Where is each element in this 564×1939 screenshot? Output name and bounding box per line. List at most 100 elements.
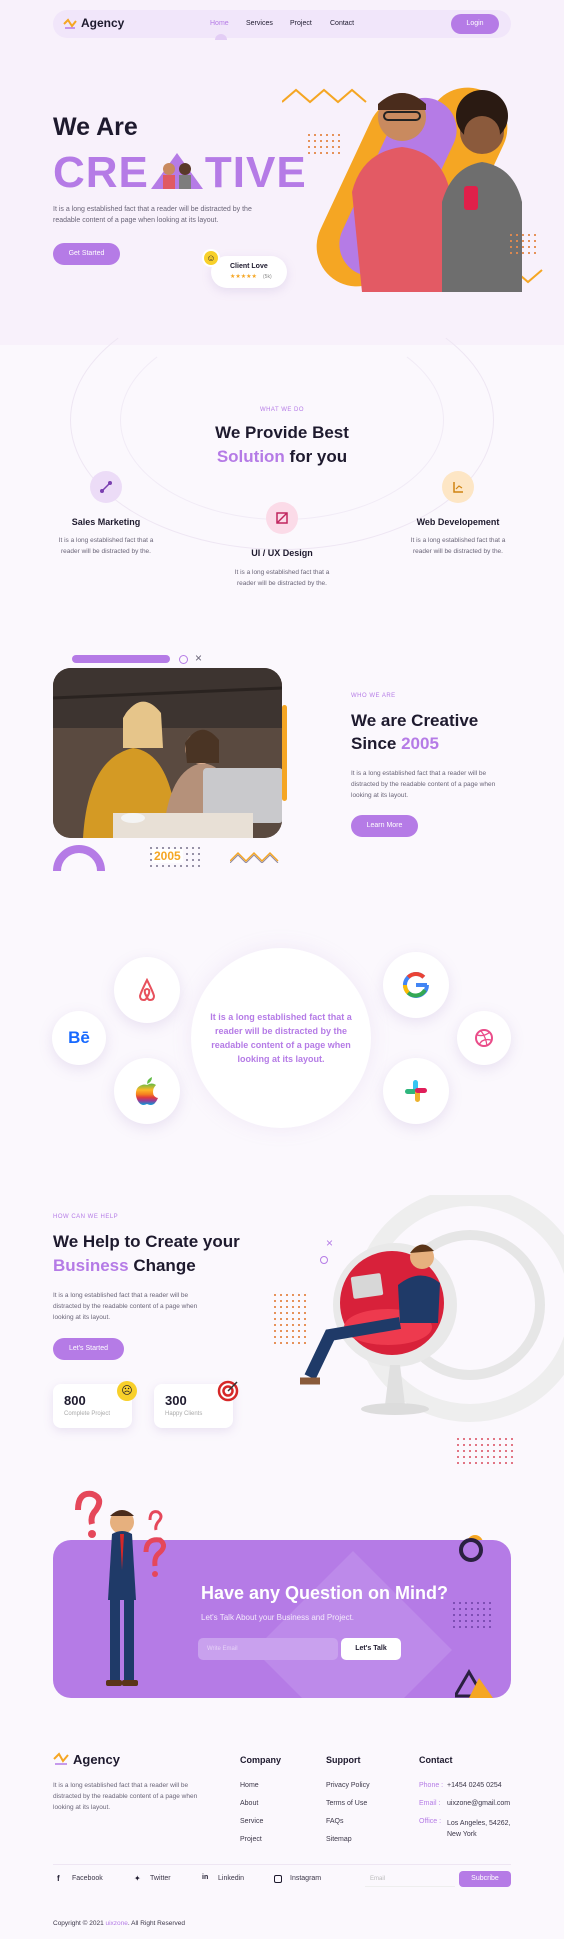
footer-link-sitemap[interactable]: Sitemap (326, 1836, 352, 1843)
nav-active-indicator (215, 34, 227, 40)
help-title-rest: Change (128, 1256, 196, 1275)
help-circle-decor (320, 1256, 328, 1264)
help-dot-grid-right (455, 1436, 515, 1466)
rating-count: (5k) (263, 274, 272, 280)
dribbble-logo[interactable] (457, 1011, 511, 1065)
footer-link-terms[interactable]: Terms of Use (326, 1800, 367, 1807)
nav-project[interactable]: Project (290, 20, 312, 27)
lets-talk-button[interactable]: Let's Talk (341, 1638, 401, 1660)
subscribe-button[interactable]: Subcribe (459, 1871, 511, 1887)
logo-icon[interactable] (63, 17, 77, 29)
emoji-icon: ☺ (202, 249, 220, 267)
footer-support-heading: Support (326, 1755, 361, 1765)
service-desc-uiux: It is a long established fact that a rea… (234, 569, 330, 587)
hero-dot-grid-right (508, 232, 538, 256)
footer-link-project[interactable]: Project (240, 1836, 262, 1843)
help-dot-grid-left (272, 1292, 308, 1346)
stat-label-projects: Complete Project (64, 1411, 111, 1417)
help-title-highlight: Business (53, 1256, 129, 1275)
web-development-icon (442, 471, 474, 503)
learn-more-button[interactable]: Learn More (351, 815, 418, 837)
help-cross-decor: × (326, 1236, 334, 1250)
footer-office: Los Angeles, 54262, New York (447, 1820, 511, 1838)
help-title-line1: We Help to Create your (53, 1232, 240, 1251)
footer-email[interactable]: uixzone@gmail.com (447, 1800, 510, 1807)
partner-center-circle: It is a long established fact that a rea… (191, 948, 371, 1128)
footer-link-about[interactable]: About (240, 1800, 258, 1807)
services-kicker: WHAT WE DO (259, 407, 305, 413)
slack-logo[interactable] (383, 1058, 449, 1124)
service-desc-web: It is a long established fact that a rea… (410, 537, 506, 555)
navbar: Agency Home Services Project Contact Log… (53, 10, 511, 40)
lets-started-button[interactable]: Let's Started (53, 1338, 124, 1360)
login-button[interactable]: Login (451, 14, 499, 34)
help-description: It is a long established fact that a rea… (53, 1292, 198, 1321)
footer-link-home[interactable]: Home (240, 1782, 259, 1789)
footer-phone-label: Phone : (419, 1782, 444, 1789)
nav-home[interactable]: Home (210, 20, 229, 27)
google-logo[interactable] (383, 952, 449, 1018)
stat-value-clients: 300 (165, 1393, 187, 1408)
brand-name[interactable]: Agency (81, 16, 124, 30)
copyright-brand[interactable]: uixzone (106, 1920, 128, 1927)
target-icon (217, 1380, 239, 1402)
copyright-suffix: . All Right Reserved (127, 1920, 185, 1927)
question-character-illustration (70, 1490, 170, 1700)
footer-description: It is a long established fact that a rea… (53, 1782, 198, 1811)
footer-link-service[interactable]: Service (240, 1818, 263, 1825)
partner-center-text: It is a long established fact that a rea… (210, 1012, 352, 1064)
twitter-icon[interactable]: ✦ (134, 1874, 141, 1883)
about-title-since: Since (351, 734, 402, 753)
about-description: It is a long established fact that a rea… (351, 770, 496, 799)
thinking-emoji-icon: ☹ (117, 1381, 137, 1401)
stat-label-clients: Happy Clients (165, 1411, 203, 1417)
banner-diamond-decor (254, 1551, 452, 1698)
rating-stars: ★★★★★ (230, 274, 257, 280)
apple-logo[interactable] (114, 1058, 180, 1124)
footer-email-label: Email : (419, 1800, 441, 1807)
help-kicker: HOW CAN WE HELP (53, 1214, 119, 1220)
subscribe-email-input[interactable]: Email (365, 1871, 455, 1887)
nav-contact[interactable]: Contact (330, 20, 354, 27)
service-title-sales: Sales Marketing (71, 517, 141, 527)
about-top-bar (72, 655, 170, 663)
help-title-line2: Business Change (53, 1256, 196, 1276)
instagram-icon[interactable] (274, 1875, 282, 1883)
behance-logo[interactable]: Bē (52, 1011, 106, 1065)
footer-company-heading: Company (240, 1755, 282, 1765)
sales-marketing-icon (90, 471, 122, 503)
about-title-line1: We are Creative (351, 711, 479, 730)
services-title-line2: Solution for you (0, 447, 564, 467)
banner-ring-decor (459, 1538, 483, 1562)
services-title-highlight: Solution (216, 447, 285, 466)
get-started-button[interactable]: Get Started (53, 243, 120, 265)
footer-contact-heading: Contact (419, 1755, 453, 1765)
social-instagram[interactable]: Instagram (290, 1875, 321, 1882)
client-love-card: Client Love ★★★★★ (5k) (211, 256, 287, 288)
social-twitter[interactable]: Twitter (150, 1875, 171, 1882)
question-email-input[interactable]: Write Email (198, 1638, 338, 1660)
linkedin-icon[interactable]: in (202, 1874, 208, 1881)
hero-dot-grid-left (306, 132, 342, 156)
hero-title-line1: We Are (53, 113, 138, 141)
footer-logo-icon[interactable] (53, 1752, 69, 1766)
help-illustration (270, 1188, 564, 1445)
social-facebook[interactable]: Facebook (72, 1875, 103, 1882)
copyright-prefix: Copyright © 2021 (53, 1920, 106, 1927)
about-purple-arc (53, 845, 105, 871)
footer-link-faqs[interactable]: FAQs (326, 1818, 344, 1825)
airbnb-logo[interactable] (114, 957, 180, 1023)
stat-value-projects: 800 (64, 1393, 86, 1408)
nav-services[interactable]: Services (246, 20, 273, 27)
service-desc-sales: It is a long established fact that a rea… (58, 537, 154, 555)
about-zigzag (229, 850, 282, 864)
footer-phone[interactable]: +1454 0245 0254 (447, 1782, 502, 1789)
banner-title: Have any Question on Mind? (201, 1583, 449, 1603)
about-kicker: WHO WE ARE (351, 693, 396, 699)
facebook-icon[interactable]: f (57, 1874, 60, 1883)
footer-brand[interactable]: Agency (73, 1752, 120, 1767)
hero-title-cre: CRE (53, 148, 149, 197)
social-linkedin[interactable]: Linkedin (218, 1875, 244, 1882)
footer-office-label: Office : (419, 1818, 442, 1825)
footer-link-privacy[interactable]: Privacy Policy (326, 1782, 370, 1789)
